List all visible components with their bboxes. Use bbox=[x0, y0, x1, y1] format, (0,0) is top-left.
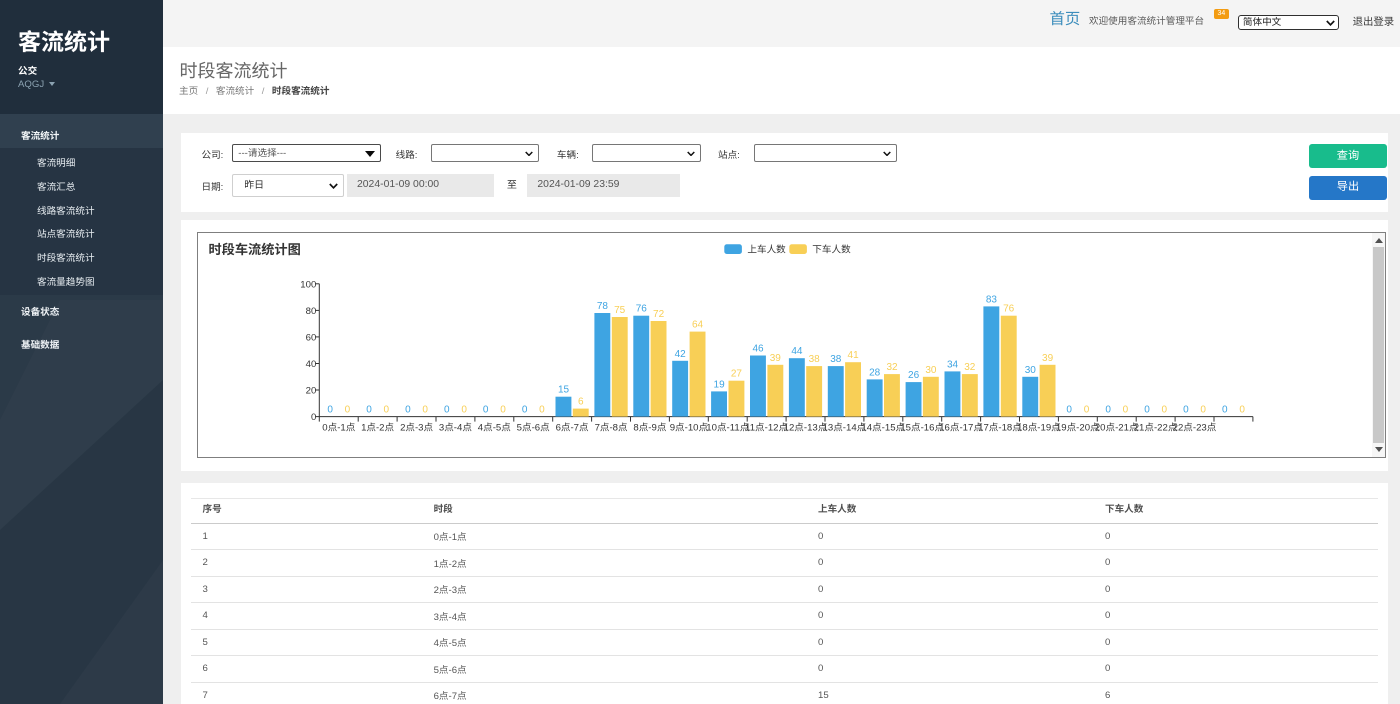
svg-text:7点-8点: 7点-8点 bbox=[595, 421, 628, 433]
svg-text:0: 0 bbox=[345, 405, 351, 416]
svg-text:46: 46 bbox=[752, 344, 764, 355]
svg-text:下车人数: 下车人数 bbox=[812, 243, 851, 255]
svg-text:0: 0 bbox=[1084, 405, 1090, 416]
svg-text:80: 80 bbox=[306, 306, 317, 317]
svg-text:1点-2点: 1点-2点 bbox=[361, 421, 394, 433]
svg-text:15: 15 bbox=[558, 385, 570, 396]
svg-text:38: 38 bbox=[809, 354, 821, 365]
svg-text:27: 27 bbox=[731, 369, 743, 380]
svg-text:19: 19 bbox=[714, 379, 726, 390]
svg-text:18点-19点: 18点-19点 bbox=[1017, 421, 1061, 433]
svg-text:20点-21点: 20点-21点 bbox=[1095, 421, 1139, 433]
svg-text:0: 0 bbox=[1066, 405, 1072, 416]
svg-text:21点-22点: 21点-22点 bbox=[1134, 421, 1178, 433]
svg-text:0: 0 bbox=[311, 412, 316, 423]
svg-text:0: 0 bbox=[444, 405, 450, 416]
svg-text:22点-23点: 22点-23点 bbox=[1173, 421, 1217, 433]
svg-text:60: 60 bbox=[306, 332, 317, 343]
svg-text:6点-7点: 6点-7点 bbox=[556, 421, 589, 433]
svg-text:64: 64 bbox=[692, 320, 704, 331]
svg-text:0: 0 bbox=[327, 405, 333, 416]
svg-text:0: 0 bbox=[405, 405, 411, 416]
svg-text:0点-1点: 0点-1点 bbox=[322, 421, 355, 433]
svg-text:0: 0 bbox=[1200, 405, 1206, 416]
svg-text:72: 72 bbox=[653, 309, 665, 320]
svg-text:34: 34 bbox=[947, 359, 959, 370]
svg-text:0: 0 bbox=[1105, 405, 1111, 416]
svg-text:11点-12点: 11点-12点 bbox=[745, 421, 788, 433]
svg-text:上车人数: 上车人数 bbox=[747, 243, 786, 255]
svg-text:78: 78 bbox=[597, 301, 609, 312]
svg-text:28: 28 bbox=[869, 367, 881, 378]
svg-text:76: 76 bbox=[636, 304, 648, 315]
svg-text:44: 44 bbox=[791, 346, 803, 357]
svg-text:17点-18点: 17点-18点 bbox=[978, 421, 1022, 433]
svg-text:10点-11点: 10点-11点 bbox=[706, 421, 749, 433]
svg-text:14点-15点: 14点-15点 bbox=[861, 421, 905, 433]
svg-text:41: 41 bbox=[848, 350, 860, 361]
svg-text:19点-20点: 19点-20点 bbox=[1056, 421, 1100, 433]
svg-text:16点-17点: 16点-17点 bbox=[939, 421, 983, 433]
svg-text:13点-14点: 13点-14点 bbox=[823, 421, 867, 433]
svg-text:0: 0 bbox=[461, 405, 467, 416]
svg-text:30: 30 bbox=[1025, 365, 1037, 376]
svg-text:76: 76 bbox=[1003, 304, 1015, 315]
svg-text:0: 0 bbox=[539, 405, 545, 416]
svg-text:2点-3点: 2点-3点 bbox=[400, 421, 433, 433]
svg-text:0: 0 bbox=[384, 405, 390, 416]
svg-text:12点-13点: 12点-13点 bbox=[784, 421, 828, 433]
svg-text:40: 40 bbox=[306, 359, 317, 370]
svg-text:0: 0 bbox=[483, 405, 489, 416]
svg-text:15点-16点: 15点-16点 bbox=[900, 421, 944, 433]
svg-text:0: 0 bbox=[1222, 405, 1228, 416]
svg-text:30: 30 bbox=[925, 365, 937, 376]
svg-text:8点-9点: 8点-9点 bbox=[633, 421, 666, 433]
svg-text:42: 42 bbox=[675, 349, 687, 360]
svg-text:32: 32 bbox=[964, 362, 976, 373]
svg-text:26: 26 bbox=[908, 370, 920, 381]
svg-text:9点-10点: 9点-10点 bbox=[670, 421, 709, 433]
svg-text:0: 0 bbox=[1183, 405, 1189, 416]
svg-text:6: 6 bbox=[578, 397, 584, 408]
svg-text:0: 0 bbox=[1144, 405, 1150, 416]
svg-text:39: 39 bbox=[1042, 353, 1054, 364]
svg-text:0: 0 bbox=[1239, 405, 1245, 416]
svg-text:20: 20 bbox=[306, 386, 317, 397]
svg-text:0: 0 bbox=[522, 405, 528, 416]
svg-text:4点-5点: 4点-5点 bbox=[478, 421, 511, 433]
svg-text:0: 0 bbox=[422, 405, 428, 416]
svg-text:100: 100 bbox=[300, 279, 316, 290]
svg-text:0: 0 bbox=[500, 405, 506, 416]
svg-text:39: 39 bbox=[770, 353, 782, 364]
svg-text:3点-4点: 3点-4点 bbox=[439, 421, 472, 433]
svg-text:5点-6点: 5点-6点 bbox=[517, 421, 550, 433]
svg-text:0: 0 bbox=[366, 405, 372, 416]
svg-text:83: 83 bbox=[986, 294, 998, 305]
svg-text:38: 38 bbox=[830, 354, 842, 365]
svg-text:32: 32 bbox=[886, 362, 898, 373]
svg-text:75: 75 bbox=[614, 305, 626, 316]
svg-text:0: 0 bbox=[1162, 405, 1168, 416]
svg-text:0: 0 bbox=[1123, 405, 1129, 416]
